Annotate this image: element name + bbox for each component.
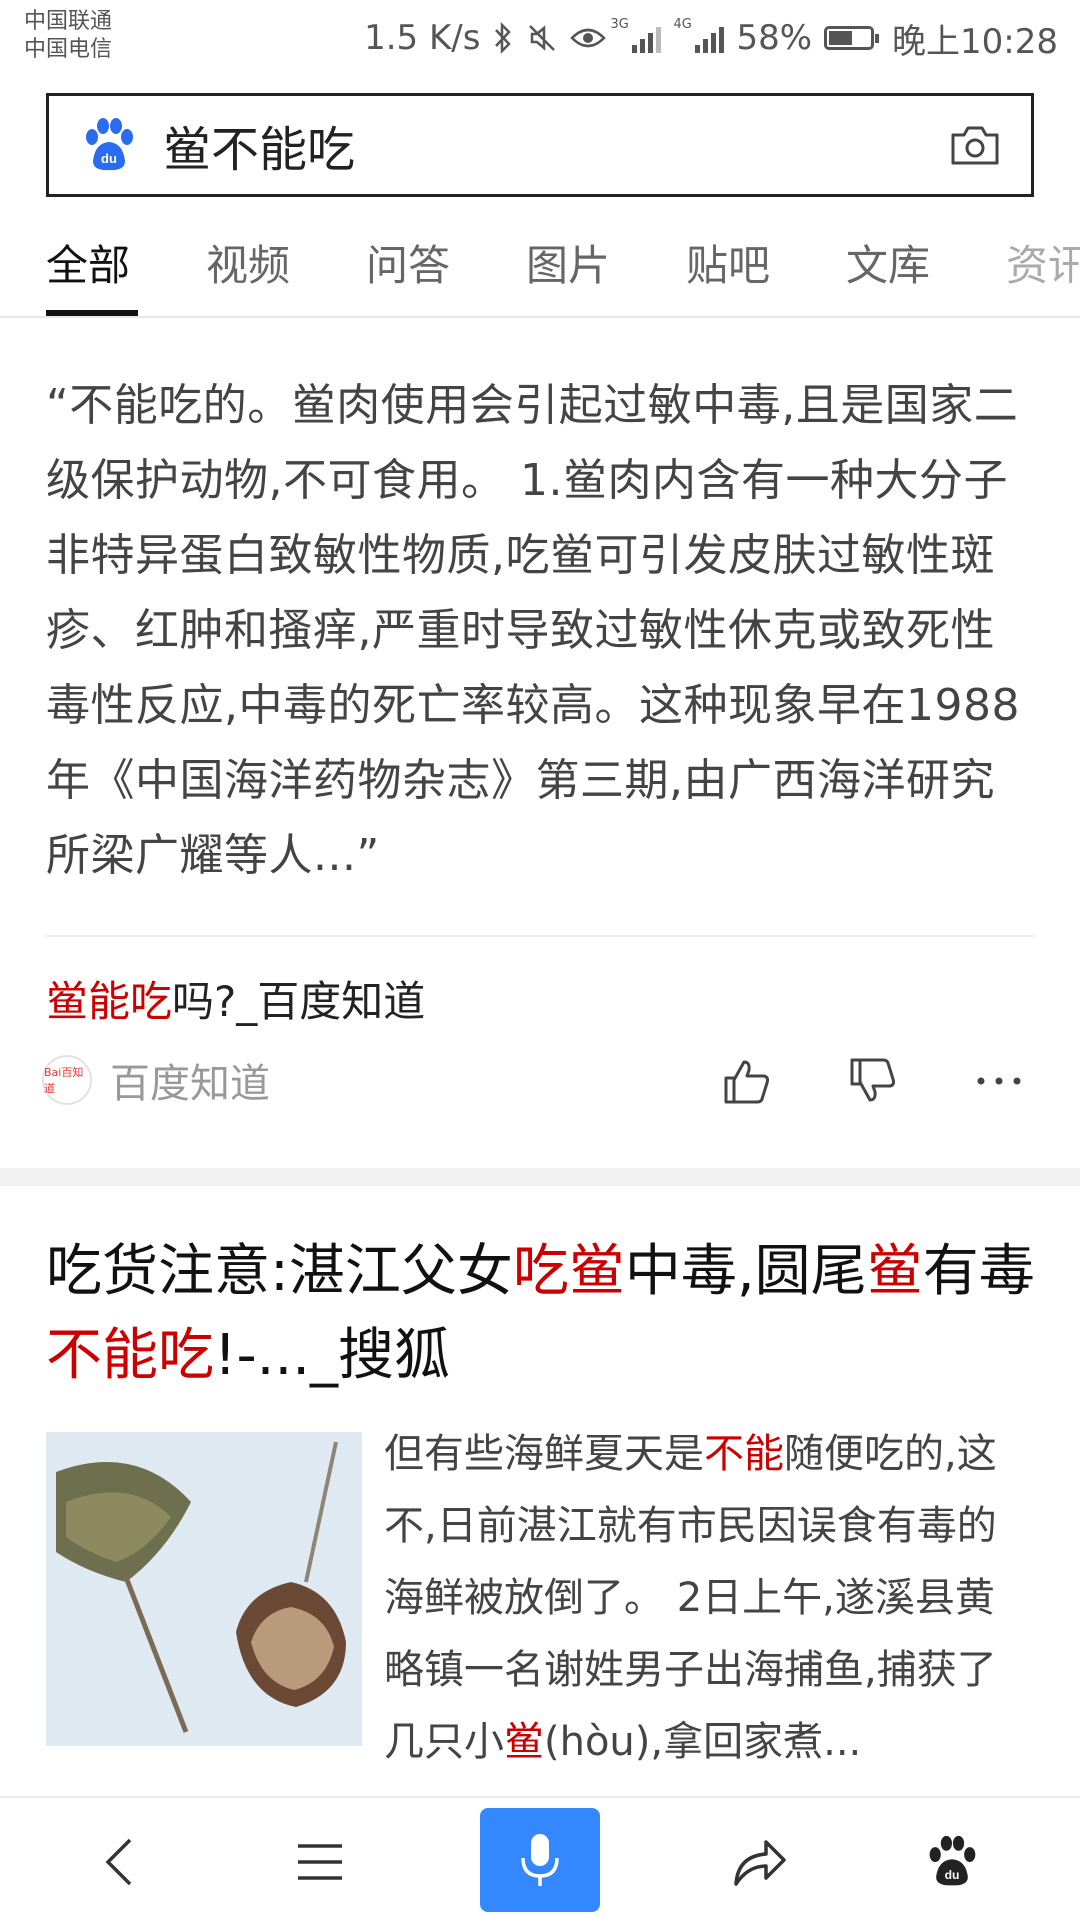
- highlight-term: 吃鲎: [512, 1239, 625, 1304]
- bluetooth-icon: [495, 21, 512, 55]
- eye-comfort-icon: [570, 28, 607, 48]
- status-icons: 1.5 K/s 3G 4G 58% 晚上10:28: [364, 14, 1058, 62]
- clock: 晚上10:28: [892, 21, 1058, 62]
- tab-tieba[interactable]: 贴吧: [686, 232, 770, 293]
- carrier-2: 中国电信: [24, 37, 113, 62]
- tab-images[interactable]: 图片: [526, 232, 610, 293]
- highlight-term: 不能吃: [46, 1323, 214, 1388]
- baidu-paw-logo-icon: du: [86, 118, 133, 171]
- title-rest: 吗?_百度知道: [172, 977, 426, 1026]
- search-tabs: 全部 视频 问答 图片 贴吧 文库 资讯: [0, 210, 1080, 318]
- mute-icon: [529, 25, 556, 51]
- news-result-title[interactable]: 吃货注意:湛江父女吃鲎中毒,圆尾鲎有毒不能吃!-..._搜狐: [46, 1230, 1036, 1398]
- active-tab-indicator: [46, 310, 138, 316]
- highlight-term: 不能: [704, 1431, 784, 1477]
- horseshoe-crab-image: [46, 1432, 362, 1746]
- back-button[interactable]: [80, 1822, 160, 1902]
- menu-button[interactable]: [280, 1822, 360, 1902]
- text-segment: (hòu),拿回家煮...: [544, 1719, 862, 1765]
- highlight-term: 鲎: [866, 1239, 923, 1304]
- camera-icon[interactable]: [949, 123, 1001, 167]
- status-bar: 中国联通 中国电信 1.5 K/s 3G 4G 58% 晚上10:28: [0, 0, 1080, 76]
- carrier-1: 中国联通: [24, 9, 113, 34]
- tab-wenku[interactable]: 文库: [846, 232, 930, 293]
- card-separator: [0, 1168, 1080, 1186]
- svg-text:du: du: [945, 1868, 960, 1882]
- answer-quote[interactable]: “不能吃的。鲎肉使用会引起过敏中毒,且是国家二级保护动物,不可食用。 1.鲎肉内…: [46, 368, 1036, 893]
- share-icon: [734, 1840, 786, 1886]
- more-options-icon[interactable]: [972, 1054, 1026, 1108]
- carrier-info: 中国联通 中国电信: [24, 8, 112, 64]
- signal-4g-icon: 4G: [673, 17, 725, 53]
- tab-all[interactable]: 全部: [46, 232, 130, 293]
- back-icon: [105, 1838, 132, 1886]
- thumbs-up-icon[interactable]: [720, 1054, 774, 1108]
- baidu-paw-icon: du: [929, 1835, 976, 1886]
- news-result-snippet[interactable]: 但有些海鲜夏天是不能随便吃的,这不,日前湛江就有市民因误食有毒的海鲜被放倒了。 …: [384, 1418, 1034, 1778]
- answer-source[interactable]: Bai百知道 百度知道: [42, 1050, 270, 1110]
- tab-qa[interactable]: 问答: [366, 232, 450, 293]
- search-box[interactable]: du 鲎不能吃: [46, 93, 1034, 197]
- zhidao-logo-icon: Bai百知道: [42, 1055, 92, 1105]
- answer-title-link[interactable]: 鲎能吃吗?_百度知道: [46, 968, 425, 1029]
- voice-search-button[interactable]: [480, 1808, 600, 1912]
- highlight-term: 鲎: [504, 1719, 544, 1765]
- net-speed: 1.5 K/s: [364, 18, 481, 58]
- text-segment: 有毒: [922, 1239, 1035, 1304]
- signal-3g-icon: 3G: [610, 17, 662, 53]
- battery-icon: [824, 26, 880, 50]
- tab-news[interactable]: 资讯: [1006, 232, 1080, 293]
- search-input[interactable]: 鲎不能吃: [163, 110, 949, 180]
- text-segment: 随便吃的,这不,日前湛江就有市民因误食有毒的海鲜被放倒了。 2日上午,遂溪县黄略…: [384, 1431, 997, 1765]
- text-segment: 中毒,圆尾: [624, 1239, 867, 1304]
- tab-video[interactable]: 视频: [206, 232, 290, 293]
- divider: [46, 935, 1034, 937]
- title-highlight: 鲎能吃: [46, 977, 173, 1026]
- menu-icon: [298, 1844, 342, 1880]
- text-segment: 但有些海鲜夏天是: [384, 1431, 704, 1477]
- text-segment: !-..._搜狐: [214, 1323, 451, 1388]
- source-name: 百度知道: [110, 1061, 270, 1107]
- share-button[interactable]: [720, 1822, 800, 1902]
- bottom-toolbar: du: [0, 1796, 1080, 1922]
- battery-percent: 58%: [736, 18, 813, 58]
- thumbs-down-icon[interactable]: [846, 1054, 900, 1108]
- horseshoe-crab-thumbnail[interactable]: [46, 1432, 362, 1746]
- svg-text:du: du: [101, 151, 117, 166]
- text-segment: 吃货注意:湛江父女: [46, 1239, 513, 1304]
- baidu-home-button[interactable]: du: [912, 1822, 992, 1902]
- mic-icon: [521, 1834, 559, 1886]
